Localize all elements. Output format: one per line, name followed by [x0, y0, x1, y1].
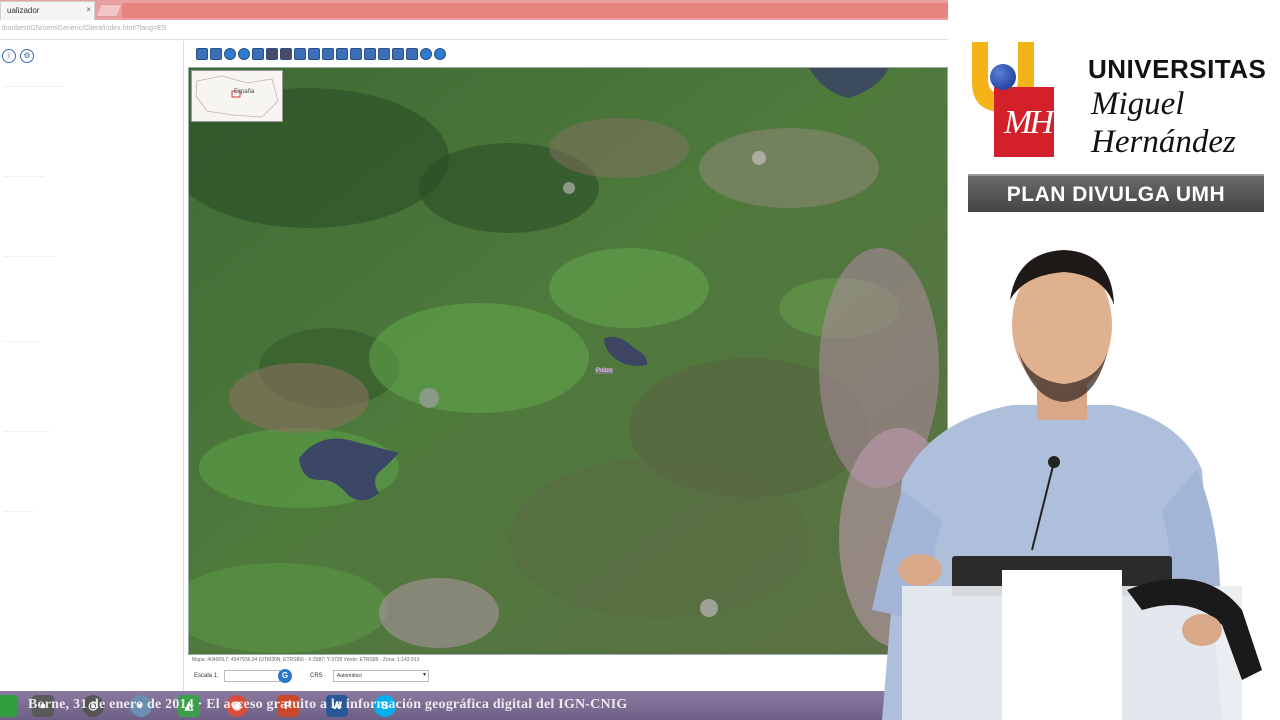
select-tool-button[interactable]	[322, 48, 334, 60]
crs-selected-value: Automático	[337, 673, 363, 679]
scale-go-button[interactable]: G	[278, 669, 292, 683]
grid-tool-button[interactable]	[392, 48, 404, 60]
tab-title: ualizador	[7, 6, 40, 15]
globe-tool-button[interactable]	[224, 48, 236, 60]
area-tool-button[interactable]	[308, 48, 320, 60]
info-icon[interactable]: i	[2, 49, 16, 63]
move-tool-button[interactable]	[336, 48, 348, 60]
url-text: ibonbestIGN/semiGeneric/Client/index.htm…	[2, 25, 167, 32]
export-tool-button[interactable]	[406, 48, 418, 60]
crs-label: CRS	[310, 673, 323, 679]
plan-divulga-text: PLAN DIVULGA UMH	[1006, 183, 1226, 206]
university-name-line-3: Hernández	[1091, 124, 1236, 160]
measure-tool-button[interactable]	[294, 48, 306, 60]
help-tool-button[interactable]	[434, 48, 446, 60]
crs-select[interactable]: Automático ▾	[333, 670, 429, 682]
person-tool-button[interactable]	[266, 48, 278, 60]
settings-icon[interactable]: ⚙	[20, 49, 34, 63]
faded-text-line	[4, 511, 34, 512]
tab-strip-background	[122, 3, 948, 18]
logo-blue-ball	[990, 64, 1016, 90]
faded-text-line	[4, 86, 64, 87]
overview-map[interactable]: España	[191, 70, 283, 122]
map-place-label: Polizo	[595, 368, 614, 374]
search-tool-button[interactable]	[420, 48, 432, 60]
faded-text-line	[4, 176, 44, 177]
scale-crs-bar: Escala 1: G CRS Automático ▾	[188, 667, 948, 687]
chevron-down-icon: ▾	[422, 672, 426, 678]
university-name-line-2: Miguel	[1091, 86, 1185, 122]
scale-label: Escala 1:	[194, 673, 219, 679]
save-tool-button[interactable]	[210, 48, 222, 60]
overview-country-label: España	[234, 89, 255, 95]
logo-mh-monogram: MH	[1004, 104, 1054, 141]
university-logo: MH UNIVERSITAS Miguel Hernández	[968, 42, 1268, 167]
university-name-line-1: UNIVERSITAS	[1088, 54, 1267, 84]
satellite-map[interactable]: España Polizo	[188, 67, 948, 655]
faded-text-line	[4, 256, 54, 257]
layers-tool-button[interactable]	[238, 48, 250, 60]
cursor-tool-button[interactable]	[252, 48, 264, 60]
scale-input[interactable]	[224, 670, 280, 682]
map-toolbar	[188, 46, 488, 62]
browser-tab[interactable]: ualizador ×	[0, 1, 95, 20]
overview-map-image	[195, 75, 279, 118]
address-bar[interactable]: ibonbestIGN/semiGeneric/Client/index.htm…	[0, 20, 948, 40]
pan-tool-button[interactable]	[196, 48, 208, 60]
plan-divulga-banner: PLAN DIVULGA UMH	[968, 174, 1264, 212]
tab-close-icon[interactable]: ×	[86, 5, 91, 14]
new-tab-button[interactable]	[95, 4, 123, 17]
video-caption-ticker: Borne, 31 de enero de 2014 · El acceso g…	[28, 697, 628, 712]
left-panel: i ⚙	[0, 41, 184, 691]
satellite-imagery	[189, 68, 947, 654]
presenter-video	[872, 250, 1262, 720]
walk-tool-button[interactable]	[280, 48, 292, 60]
print-tool-button[interactable]	[364, 48, 376, 60]
zoom-box-button[interactable]	[350, 48, 362, 60]
faded-text-line	[4, 431, 49, 432]
screen: ualizador × ibonbestIGN/semiGeneric/Clie…	[0, 0, 1280, 720]
browser-tab-bar: ualizador ×	[0, 0, 948, 20]
coordinate-readout: Mapa: 404009,7; 4547936,04 (UTM30N; ETRS…	[192, 657, 420, 663]
faded-text-line	[4, 341, 39, 342]
arrow-tool-button[interactable]	[378, 48, 390, 60]
